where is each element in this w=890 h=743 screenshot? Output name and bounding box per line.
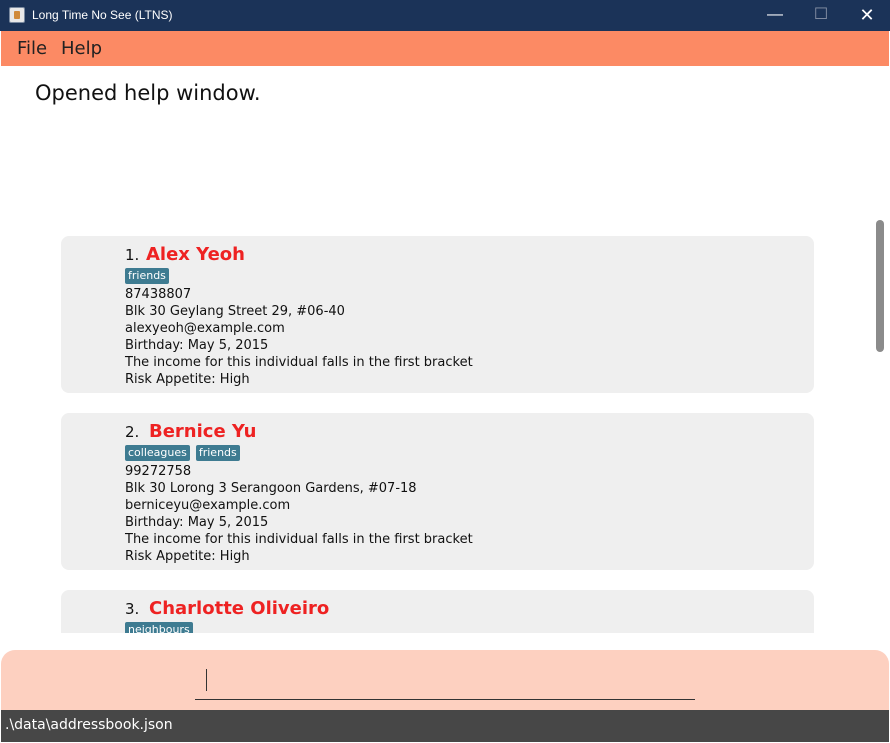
person-phone: 87438807 (125, 287, 192, 302)
person-name: Alex Yeoh (146, 244, 245, 265)
tag-list: friends (125, 268, 169, 284)
window-title: Long Time No See (LTNS) (32, 8, 173, 22)
result-display: Opened help window. (1, 66, 889, 216)
menu-file[interactable]: File (17, 38, 47, 59)
person-phone: 99272758 (125, 464, 192, 479)
person-email: alexyeoh@example.com (125, 321, 285, 336)
person-income: The income for this individual falls in … (125, 355, 473, 370)
command-box-area (1, 650, 889, 710)
maximize-button[interactable]: ☐ (798, 0, 844, 31)
menu-help[interactable]: Help (61, 38, 102, 59)
person-birthday: Birthday: May 5, 2015 (125, 338, 269, 353)
person-index: 2. (125, 423, 140, 441)
person-name: Bernice Yu (149, 421, 257, 442)
person-card[interactable]: 1. Alex Yeoh friends 87438807 Blk 30 Gey… (61, 236, 814, 393)
tag: friends (125, 268, 169, 284)
person-address: Blk 30 Lorong 3 Serangoon Gardens, #07-1… (125, 481, 417, 496)
text-caret (206, 669, 207, 691)
command-input[interactable] (195, 662, 695, 700)
person-birthday: Birthday: May 5, 2015 (125, 515, 269, 530)
tag: friends (195, 445, 240, 461)
menu-bar: File Help (1, 31, 889, 66)
person-list[interactable]: 1. Alex Yeoh friends 87438807 Blk 30 Gey… (1, 216, 889, 633)
person-card[interactable]: 3. Charlotte Oliveiro neighbours (61, 590, 814, 633)
person-index: 1. (125, 246, 140, 264)
status-bar: .\data\addressbook.json (1, 710, 889, 742)
person-index: 3. (125, 600, 140, 618)
app-icon (9, 7, 25, 23)
person-card[interactable]: 2. Bernice Yu colleagues friends 9927275… (61, 413, 814, 570)
tag-list: neighbours (125, 622, 193, 633)
person-risk: Risk Appetite: High (125, 549, 250, 564)
person-risk: Risk Appetite: High (125, 372, 250, 387)
close-button[interactable]: ✕ (844, 0, 890, 31)
tag-list: colleagues friends (125, 445, 240, 461)
person-income: The income for this individual falls in … (125, 532, 473, 547)
title-bar: Long Time No See (LTNS) — ☐ ✕ (0, 0, 890, 31)
list-scrollbar-thumb[interactable] (876, 220, 884, 352)
person-email: berniceyu@example.com (125, 498, 291, 513)
tag: neighbours (125, 622, 193, 633)
result-message: Opened help window. (35, 81, 261, 105)
person-name: Charlotte Oliveiro (149, 598, 330, 619)
minimize-button[interactable]: — (752, 0, 798, 31)
save-location: .\data\addressbook.json (5, 717, 173, 733)
tag: colleagues (125, 445, 190, 461)
person-address: Blk 30 Geylang Street 29, #06-40 (125, 304, 345, 319)
